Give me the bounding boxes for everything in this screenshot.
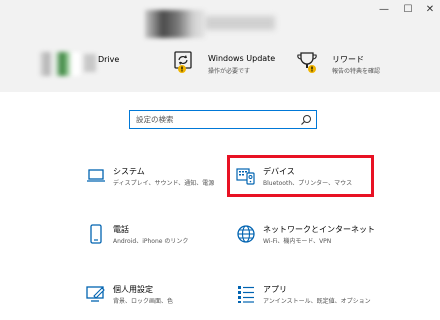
header-item-windows-update[interactable]: Windows Update 操作が必要です bbox=[170, 50, 280, 80]
tile-phone-desc: Android、iPhone のリンク bbox=[113, 238, 189, 245]
maximize-button[interactable]: ☐ bbox=[396, 0, 420, 18]
personalization-icon bbox=[86, 286, 105, 302]
laptop-icon bbox=[87, 169, 105, 182]
windows-update-subtitle: 操作が必要です bbox=[208, 68, 251, 75]
onedrive-icon bbox=[40, 52, 80, 76]
header-item-onedrive[interactable]: Drive bbox=[40, 50, 120, 78]
search-icon[interactable] bbox=[300, 114, 312, 126]
windows-update-icon bbox=[174, 51, 192, 73]
onedrive-label: Drive bbox=[98, 55, 120, 64]
tile-system-title: システム bbox=[113, 167, 145, 176]
tile-personalization[interactable]: 個人用設定 背景、ロック画面、色 bbox=[86, 284, 226, 318]
tile-system-desc: ディスプレイ、サウンド、通知、電源 bbox=[113, 180, 215, 187]
tile-apps[interactable]: アプリ アンインストール、既定値、オプション bbox=[236, 284, 376, 318]
onedrive-icon-2 bbox=[84, 54, 96, 72]
settings-search-input[interactable]: 設定の検索 bbox=[129, 110, 317, 129]
tile-apps-desc: アンインストール、既定値、オプション bbox=[263, 298, 371, 305]
minimize-button[interactable]: — bbox=[372, 0, 396, 18]
windows-update-title: Windows Update bbox=[208, 54, 276, 63]
tile-apps-title: アプリ bbox=[263, 285, 287, 294]
account-header: — ☐ ✕ Drive Windows Update 操作が必要です リワード … bbox=[0, 0, 440, 92]
rewards-title: リワード bbox=[332, 55, 364, 64]
tile-personalization-title: 個人用設定 bbox=[113, 285, 153, 294]
phone-icon bbox=[90, 224, 102, 244]
rewards-subtitle: 報告の特典を確認 bbox=[332, 68, 381, 75]
apps-list-icon bbox=[238, 286, 254, 303]
tile-network-desc: Wi-Fi、機内モード、VPN bbox=[263, 238, 332, 245]
tile-personalization-desc: 背景、ロック画面、色 bbox=[113, 298, 174, 305]
search-placeholder: 設定の検索 bbox=[136, 115, 174, 124]
tile-phone-title: 電話 bbox=[113, 225, 129, 234]
tile-network[interactable]: ネットワークとインターネット Wi-Fi、機内モード、VPN bbox=[236, 224, 376, 258]
tile-network-title: ネットワークとインターネット bbox=[263, 225, 375, 234]
account-name-blurred bbox=[205, 16, 275, 30]
highlight-box bbox=[227, 155, 374, 197]
account-avatar-blurred bbox=[145, 10, 205, 38]
close-button[interactable]: ✕ bbox=[418, 0, 440, 18]
header-item-rewards[interactable]: リワード 報告の特典を確認 bbox=[296, 50, 406, 80]
rewards-trophy-icon bbox=[297, 52, 317, 73]
tile-system[interactable]: システム ディスプレイ、サウンド、通知、電源 bbox=[86, 166, 226, 200]
tile-phone[interactable]: 電話 Android、iPhone のリンク bbox=[86, 224, 226, 258]
globe-icon bbox=[237, 225, 255, 243]
